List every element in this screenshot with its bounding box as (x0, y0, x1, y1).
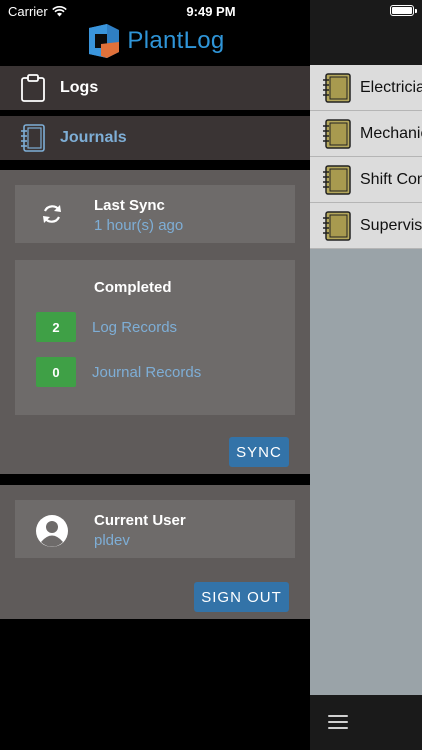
journal-row[interactable]: Supervis (310, 203, 422, 249)
last-sync-title: Last Sync (94, 197, 165, 214)
plantlog-logo-icon (89, 24, 120, 58)
log-records-count: 2 (36, 312, 76, 342)
sync-panel: Last Sync 1 hour(s) ago Completed 2 Log … (0, 170, 310, 474)
battery-icon (390, 5, 417, 16)
notebook-icon (323, 164, 351, 195)
completed-card: Completed 2 Log Records 0 Journal Record… (15, 260, 295, 415)
last-sync-card: Last Sync 1 hour(s) ago (15, 185, 295, 243)
bottom-toolbar (310, 695, 422, 750)
hamburger-menu-icon[interactable] (328, 715, 348, 729)
notebook-icon (323, 118, 351, 149)
app-logo: PlantLog (0, 18, 310, 64)
current-user-card: Current User pldev (15, 500, 295, 558)
nav-item-logs[interactable]: Logs (0, 66, 310, 110)
journal-row[interactable]: Electricia (310, 65, 422, 111)
journal-row[interactable]: Shift Con (310, 157, 422, 203)
nav-label-journals: Journals (60, 129, 127, 146)
nav-item-journals[interactable]: Journals (0, 116, 310, 160)
journal-name: Electricia (360, 78, 422, 96)
notebook-icon (323, 210, 351, 241)
sign-out-button[interactable]: SIGN OUT (194, 582, 289, 612)
journal-records-row: 0 Journal Records (36, 357, 201, 387)
app-name: PlantLog (127, 27, 225, 54)
nav-label-logs: Logs (60, 79, 99, 96)
notebook-icon (323, 72, 351, 103)
journal-records-count: 0 (36, 357, 76, 387)
journal-list: Electricia Mechanic Shift Con Supervis (310, 65, 422, 695)
status-time: 9:49 PM (186, 4, 236, 19)
current-user-title: Current User (94, 512, 186, 529)
completed-title: Completed (94, 279, 172, 296)
current-user-name: pldev (94, 532, 130, 549)
journal-name: Mechanic (360, 124, 422, 142)
notebook-icon (21, 124, 45, 152)
journals-list-screen: Electricia Mechanic Shift Con Supervis (310, 0, 422, 750)
clipboard-icon (21, 74, 45, 102)
journal-row[interactable]: Mechanic (310, 111, 422, 157)
sync-button[interactable]: SYNC (229, 437, 289, 467)
journal-name: Supervis (360, 216, 422, 234)
log-records-label: Log Records (92, 318, 178, 336)
sync-icon (43, 205, 61, 223)
last-sync-value: 1 hour(s) ago (94, 217, 184, 234)
user-avatar-icon (36, 515, 68, 547)
journal-name: Shift Con (360, 170, 422, 188)
log-records-row: 2 Log Records (36, 312, 177, 342)
journal-records-label: Journal Records (92, 363, 202, 381)
side-drawer: PlantLog Logs Journals Last Sync 1 hour(… (0, 0, 310, 750)
status-bar: Carrier 9:49 PM (0, 0, 422, 22)
user-panel: Current User pldev SIGN OUT (0, 485, 310, 619)
